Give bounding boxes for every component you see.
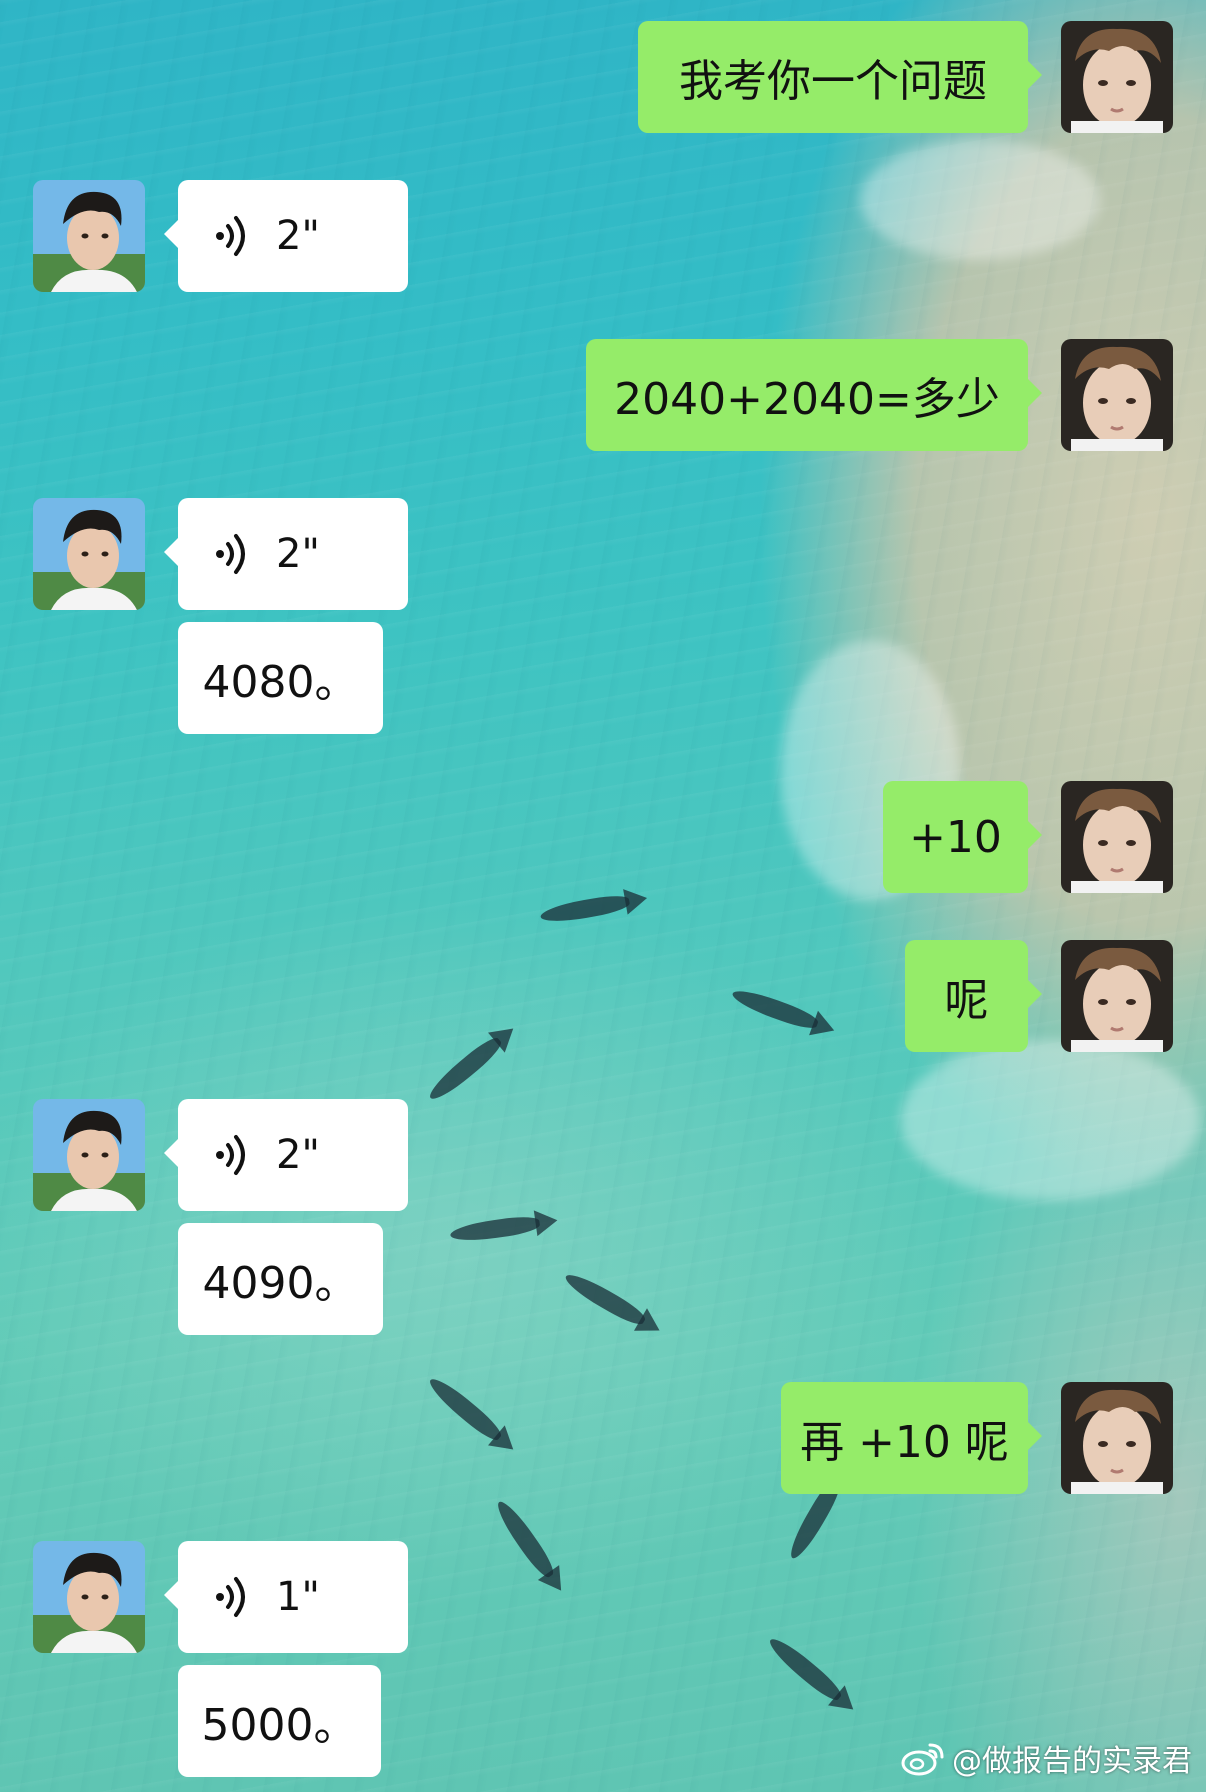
voice-icon bbox=[216, 534, 245, 574]
avatar-self-image bbox=[1061, 940, 1173, 1052]
avatar-friend[interactable] bbox=[33, 498, 145, 610]
voice-message-bubble[interactable]: 1" bbox=[164, 1541, 408, 1653]
voice-message-bubble[interactable]: 2" bbox=[164, 1099, 408, 1211]
avatar-friend[interactable] bbox=[33, 1099, 145, 1211]
message-text: 再 +10 呢 bbox=[800, 1417, 1009, 1468]
message-bubble-outgoing[interactable]: +10 bbox=[883, 781, 1042, 893]
message-text: +10 bbox=[909, 811, 1002, 863]
avatar-friend-image bbox=[33, 180, 145, 292]
avatar-self[interactable] bbox=[1061, 21, 1173, 133]
avatar-friend-image bbox=[33, 498, 145, 610]
weibo-icon bbox=[901, 1743, 944, 1776]
message-text: 4090。 bbox=[202, 1258, 359, 1309]
message-bubble-incoming[interactable]: 4080。 bbox=[178, 622, 383, 734]
message-text: 呢 bbox=[944, 975, 989, 1026]
voice-duration: 1" bbox=[276, 1574, 320, 1620]
wave-foam bbox=[900, 1040, 1200, 1200]
avatar-self-image bbox=[1061, 21, 1173, 133]
voice-duration: 2" bbox=[276, 531, 320, 577]
avatar-friend[interactable] bbox=[33, 180, 145, 292]
avatar-self[interactable] bbox=[1061, 1382, 1173, 1494]
message-bubble-outgoing[interactable]: 再 +10 呢 bbox=[781, 1382, 1042, 1494]
message-text: 我考你一个问题 bbox=[679, 56, 987, 107]
watermark: @做报告的实录君 bbox=[900, 1736, 1192, 1780]
message-bubble-outgoing[interactable]: 呢 bbox=[905, 940, 1042, 1052]
message-text: 2040+2040=多少 bbox=[614, 374, 1000, 425]
avatar-friend-image bbox=[33, 1541, 145, 1653]
avatar-self-image bbox=[1061, 781, 1173, 893]
avatar-self[interactable] bbox=[1061, 339, 1173, 451]
voice-icon bbox=[216, 216, 245, 256]
watermark-text: @做报告的实录君 bbox=[952, 1744, 1192, 1779]
message-text: 5000。 bbox=[201, 1700, 358, 1751]
message-bubble-incoming[interactable]: 4090。 bbox=[178, 1223, 383, 1335]
voice-icon bbox=[216, 1577, 245, 1617]
avatar-friend-image bbox=[33, 1099, 145, 1211]
message-bubble-outgoing[interactable]: 我考你一个问题 bbox=[638, 21, 1042, 133]
avatar-friend[interactable] bbox=[33, 1541, 145, 1653]
avatar-self[interactable] bbox=[1061, 781, 1173, 893]
avatar-self[interactable] bbox=[1061, 940, 1173, 1052]
message-text: 4080。 bbox=[202, 657, 359, 708]
voice-duration: 2" bbox=[276, 1132, 320, 1178]
voice-icon bbox=[216, 1135, 245, 1175]
avatar-self-image bbox=[1061, 1382, 1173, 1494]
wave-foam bbox=[860, 140, 1100, 260]
message-bubble-outgoing[interactable]: 2040+2040=多少 bbox=[586, 339, 1042, 451]
avatar-self-image bbox=[1061, 339, 1173, 451]
voice-message-bubble[interactable]: 2" bbox=[164, 180, 408, 292]
voice-message-bubble[interactable]: 2" bbox=[164, 498, 408, 610]
voice-duration: 2" bbox=[276, 213, 320, 259]
message-bubble-incoming[interactable]: 5000。 bbox=[178, 1665, 381, 1777]
